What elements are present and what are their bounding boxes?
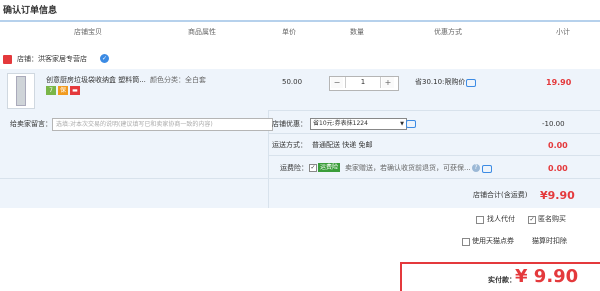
options-line [268,155,600,156]
service-badge-guarantee-icon: 保 [58,86,68,95]
shop-icon [3,55,12,64]
message-placeholder: 选填:对本次交易的说明(建议填写已和卖家协商一致的内容) [56,121,213,128]
item-discount: 省30.10:限购价 [415,78,466,86]
quantity-increase-button[interactable]: + [382,77,394,88]
wangwang-chat-icon[interactable]: ✓ [100,54,109,63]
chevron-down-icon: ▼ [400,121,404,127]
payment-label: 实付款： [488,276,516,284]
shop-coupon-label: 店铺优惠： [272,120,307,128]
quantity-input[interactable]: 1 [345,77,381,88]
insurance-checkbox[interactable]: ✓ [309,164,317,172]
proxy-pay-label[interactable]: 找人代付 [487,215,515,224]
item-subtotal: 19.90 [546,78,572,87]
shop-coupon-select[interactable]: 省10元:券表抹1224 ▼ [310,118,407,130]
tmall-points-checkbox[interactable] [462,238,470,246]
item-attributes: 颜色分类：全白套 [150,76,206,84]
insurance-amount: 0.00 [548,164,568,173]
column-header-subtotal: 小计 [556,28,570,36]
coupon-chat-icon[interactable] [406,120,416,128]
column-header-item: 店铺宝贝 [74,28,102,36]
insurance-tag: 运费险 [318,163,340,172]
message-input[interactable]: 选填:对本次交易的说明(建议填写已和卖家协商一致的内容) [52,118,273,131]
item-name[interactable]: 创意厨房垃圾袋收纳盒 塑料筒... [46,76,146,85]
options-line [268,133,600,134]
insurance-text: 卖家赠送，若确认收货前退货，可获保... [345,164,471,172]
page-title: 确认订单信息 [3,6,58,16]
insurance-label: 运费险： [280,164,308,172]
payment-value: ¥ 9.90 [515,266,579,287]
header-divider [0,20,600,22]
item-price: 50.00 [282,78,303,86]
shop-total-value: ¥9.90 [540,189,575,202]
shipping-amount: 0.00 [548,141,568,150]
column-header-quantity: 数量 [350,28,364,36]
service-badge-7day-icon: 7 [46,86,56,95]
options-line [268,110,600,111]
shop-coupon-value: -10.00 [542,120,565,128]
points-deduct-label: 猫算时扣除 [532,237,567,245]
help-icon[interactable]: ? [472,164,480,172]
column-header-discount: 优惠方式 [434,28,462,36]
shop-coupon-selected: 省10元:券表抹1224 [313,120,368,127]
shop-total-label: 店铺合计(含运费) [473,191,528,199]
tmall-points-label[interactable]: 使用天猫点券 [472,237,514,246]
options-line [0,178,600,179]
column-header-price: 单价 [282,28,296,36]
anonymous-checkbox[interactable]: ✓ [528,216,536,224]
quantity-decrease-button[interactable]: − [331,77,343,88]
insurance-chat-icon[interactable] [482,165,492,173]
proxy-pay-checkbox[interactable] [476,216,484,224]
message-label: 给卖家留言： [10,120,52,128]
shipping-value: 普通配送 快递 免邮 [312,141,373,149]
shipping-label: 运送方式： [272,141,307,149]
shop-name-text: 洪客家居专营店 [38,55,87,63]
shop-name[interactable]: 店铺：洪客家居专营店 [17,55,87,64]
anonymous-label[interactable]: 匿名购买 [538,215,566,224]
discount-chat-icon[interactable] [466,79,476,87]
item-thumbnail-image [16,76,26,106]
service-badge-card-icon: ▬ [70,86,80,95]
column-header-attributes: 商品属性 [188,28,216,36]
shop-label: 店铺： [17,55,38,63]
